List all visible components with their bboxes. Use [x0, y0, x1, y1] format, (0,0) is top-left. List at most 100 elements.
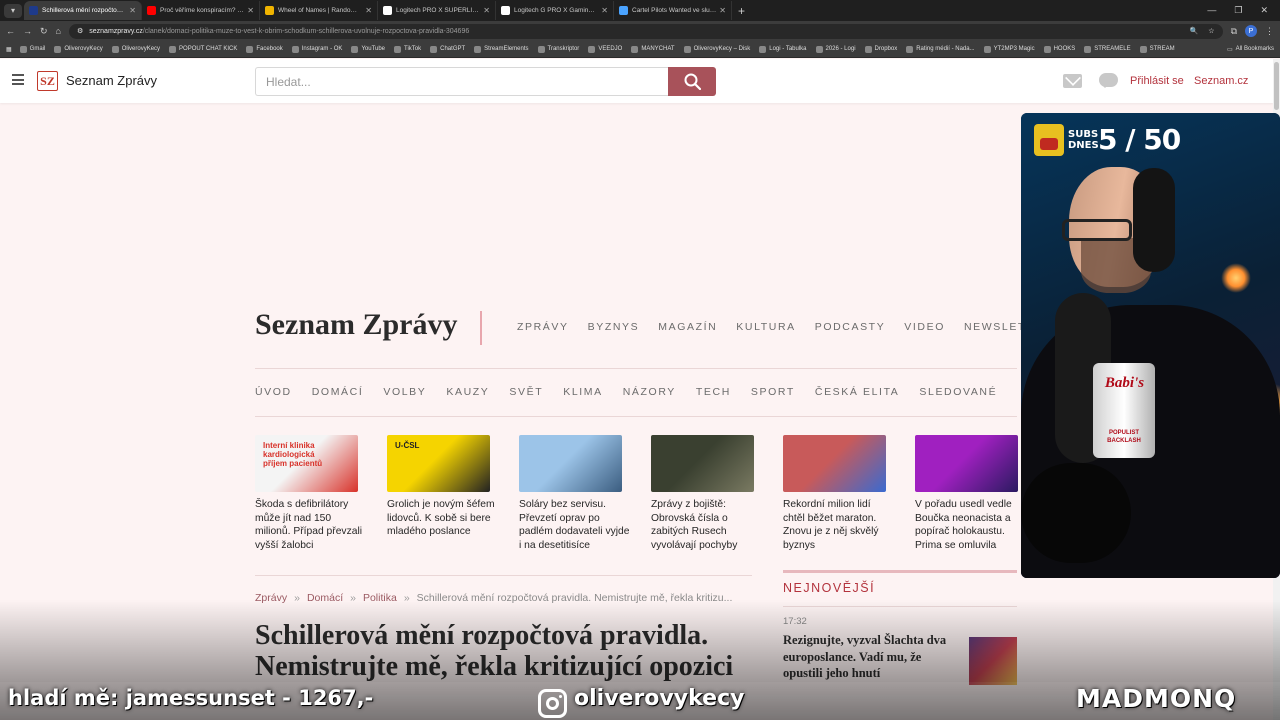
- tab-close-icon[interactable]: ✕: [247, 6, 254, 15]
- search-input[interactable]: [255, 67, 668, 96]
- headphones: [1133, 168, 1175, 272]
- bookmark-item[interactable]: Transkriptor: [537, 45, 579, 53]
- bookmark-item[interactable]: VEEDJO: [588, 45, 622, 53]
- subnav-item[interactable]: SPORT: [751, 386, 795, 398]
- article-card[interactable]: U-ČSL Grolich je novým šéfem lidovců. K s…: [387, 435, 497, 539]
- newest-article-link[interactable]: Rezignujte, vyzval Šlachta dva europosla…: [783, 632, 961, 682]
- topnav-item[interactable]: MAGAZÍN: [658, 321, 717, 333]
- bookmark-item[interactable]: Dropbox: [864, 45, 897, 53]
- subnav-item[interactable]: KAUZY: [446, 386, 489, 398]
- home-icon[interactable]: ⌂: [56, 26, 61, 36]
- new-tab-icon[interactable]: +: [738, 4, 745, 18]
- brand-title[interactable]: Seznam Zprávy: [255, 308, 458, 342]
- article-card[interactable]: V pořadu usedl vedle Boučka neonacista a…: [915, 435, 1025, 552]
- bookmark-item[interactable]: MANYCHAT: [631, 45, 675, 53]
- browser-tab[interactable]: Logitech PRO X SUPERLIGHT 2✕: [378, 1, 496, 20]
- subnav-item[interactable]: KLIMA: [563, 386, 603, 398]
- menu-icon[interactable]: ⋮: [1265, 26, 1274, 37]
- bookmark-item[interactable]: StreamElements: [474, 45, 529, 53]
- bookmark-item[interactable]: Instagram - OK: [291, 45, 342, 53]
- browser-tab[interactable]: Cartel Pilots Wanted ve službě ✕: [614, 1, 732, 20]
- article-thumbnail[interactable]: Interní klinika kardiologická příjem pac…: [255, 435, 358, 492]
- search-button[interactable]: [668, 67, 716, 96]
- forward-icon[interactable]: →: [23, 26, 32, 36]
- subnav-item[interactable]: ČESKÁ ELITA: [815, 386, 900, 398]
- url-field[interactable]: ⚙ seznamzpravy.cz/clanek/domaci-politika…: [68, 23, 1223, 39]
- bookmark-item[interactable]: POPOUT CHAT KICK: [169, 45, 237, 53]
- article-card[interactable]: Soláry bez servisu. Převzetí oprav po pa…: [519, 435, 629, 552]
- bookmark-item[interactable]: STREAM: [1139, 45, 1175, 53]
- browser-tab[interactable]: Wheel of Names | Random nam ✕: [260, 1, 378, 20]
- login-link[interactable]: Přihlásit se: [1130, 75, 1184, 87]
- subnav-item[interactable]: TECH: [696, 386, 731, 398]
- topnav-item[interactable]: KULTURA: [736, 321, 795, 333]
- bookmark-item[interactable]: STREAMELE: [1084, 45, 1131, 53]
- close-window-icon[interactable]: ✕: [1260, 5, 1268, 16]
- bookmark-item[interactable]: YouTube: [351, 45, 385, 53]
- bookmark-item[interactable]: OliverovyKecy: [111, 45, 160, 53]
- minimize-icon[interactable]: —: [1207, 5, 1216, 16]
- breadcrumb-link[interactable]: Zprávy: [255, 592, 287, 604]
- subnav-item[interactable]: DOMÁCÍ: [312, 386, 364, 398]
- topnav-item[interactable]: PODCASTY: [815, 321, 886, 333]
- article-thumbnail[interactable]: [519, 435, 622, 492]
- reload-icon[interactable]: ↻: [40, 26, 48, 37]
- tab-search-icon[interactable]: ▾: [4, 3, 22, 18]
- browser-tab[interactable]: Logitech G PRO X Gaming Hea ✕: [496, 1, 614, 20]
- subnav-item[interactable]: NÁZORY: [623, 386, 676, 398]
- site-title[interactable]: Seznam Zprávy: [66, 73, 157, 88]
- subnav-item[interactable]: SVĚT: [509, 386, 543, 398]
- maximize-icon[interactable]: ❐: [1234, 5, 1242, 16]
- tab-close-icon[interactable]: ✕: [483, 6, 490, 15]
- bookmark-item[interactable]: 2026 - Logi: [815, 45, 856, 53]
- bookmark-item[interactable]: Logi - Tabulka: [759, 45, 807, 53]
- lamp-light: [1221, 263, 1251, 293]
- seznam-link[interactable]: Seznam.cz: [1194, 75, 1248, 87]
- article-thumbnail[interactable]: [783, 435, 886, 492]
- topnav-item[interactable]: VIDEO: [904, 321, 945, 333]
- profile-avatar[interactable]: P: [1245, 25, 1257, 37]
- bookmark-item[interactable]: OliverovyKecy – Disk: [683, 45, 750, 53]
- tab-close-icon[interactable]: ✕: [601, 6, 608, 15]
- topnav-item[interactable]: ZPRÁVY: [517, 321, 569, 333]
- article-card[interactable]: Zprávy z bojiště: Obrovská čísla o zabit…: [651, 435, 761, 552]
- sz-logo[interactable]: SZ: [37, 71, 58, 91]
- subnav-item[interactable]: VOLBY: [383, 386, 426, 398]
- bookmark-item[interactable]: Facebook: [246, 45, 283, 53]
- back-icon[interactable]: ←: [6, 26, 15, 36]
- browser-tab[interactable]: Proč věříme konspiracím? | Wh ✕: [142, 1, 260, 20]
- chat-icon[interactable]: [1099, 73, 1118, 88]
- scrollbar-thumb[interactable]: [1274, 62, 1279, 110]
- breadcrumb-link[interactable]: Domácí: [307, 592, 343, 604]
- site-info-icon[interactable]: ⚙: [77, 27, 83, 35]
- subnav-item[interactable]: ÚVOD: [255, 386, 292, 398]
- subnav-item[interactable]: SLEDOVANÉ: [919, 386, 997, 398]
- apps-icon[interactable]: ▦: [6, 46, 12, 53]
- bookmark-item[interactable]: TikTok: [394, 45, 421, 53]
- article-thumbnail[interactable]: [651, 435, 754, 492]
- topnav-item[interactable]: BYZNYS: [588, 321, 640, 333]
- article-thumbnail[interactable]: U-ČSL: [387, 435, 490, 492]
- article-card[interactable]: Rekordní milion lidí chtěl běžet maraton…: [783, 435, 893, 552]
- bookmark-item[interactable]: ChatGPT: [430, 45, 465, 53]
- bookmark-item[interactable]: HOOKS: [1043, 45, 1075, 53]
- bookmark-item[interactable]: Rating médií - Nada...: [906, 45, 975, 53]
- bookmark-item[interactable]: OliverovyKecy: [54, 45, 103, 53]
- extensions-icon[interactable]: ⧉: [1231, 26, 1237, 37]
- all-bookmarks[interactable]: ▭ All Bookmarks: [1227, 46, 1274, 53]
- mail-icon[interactable]: [1063, 74, 1082, 88]
- zoom-icon[interactable]: 🔍: [1190, 27, 1199, 35]
- breadcrumb-link[interactable]: Politika: [363, 592, 397, 604]
- bookmark-item[interactable]: Gmail: [19, 45, 45, 53]
- article-thumbnail[interactable]: [915, 435, 1018, 492]
- bookmark-item[interactable]: YT2MP3 Magic: [983, 45, 1035, 53]
- bookmark-star-icon[interactable]: ☆: [1208, 27, 1214, 35]
- hamburger-menu-icon[interactable]: [12, 74, 24, 85]
- newest-article-thumbnail[interactable]: [969, 637, 1017, 685]
- tab-close-icon[interactable]: ✕: [719, 6, 726, 15]
- tab-close-icon[interactable]: ✕: [129, 6, 136, 15]
- browser-tab[interactable]: Schillerová mění rozpočtová pravidla✕: [24, 1, 142, 20]
- tab-close-icon[interactable]: ✕: [365, 6, 372, 15]
- article-caption: Rekordní milion lidí chtěl běžet maraton…: [783, 499, 879, 551]
- article-card[interactable]: Interní klinika kardiologická příjem pac…: [255, 435, 365, 552]
